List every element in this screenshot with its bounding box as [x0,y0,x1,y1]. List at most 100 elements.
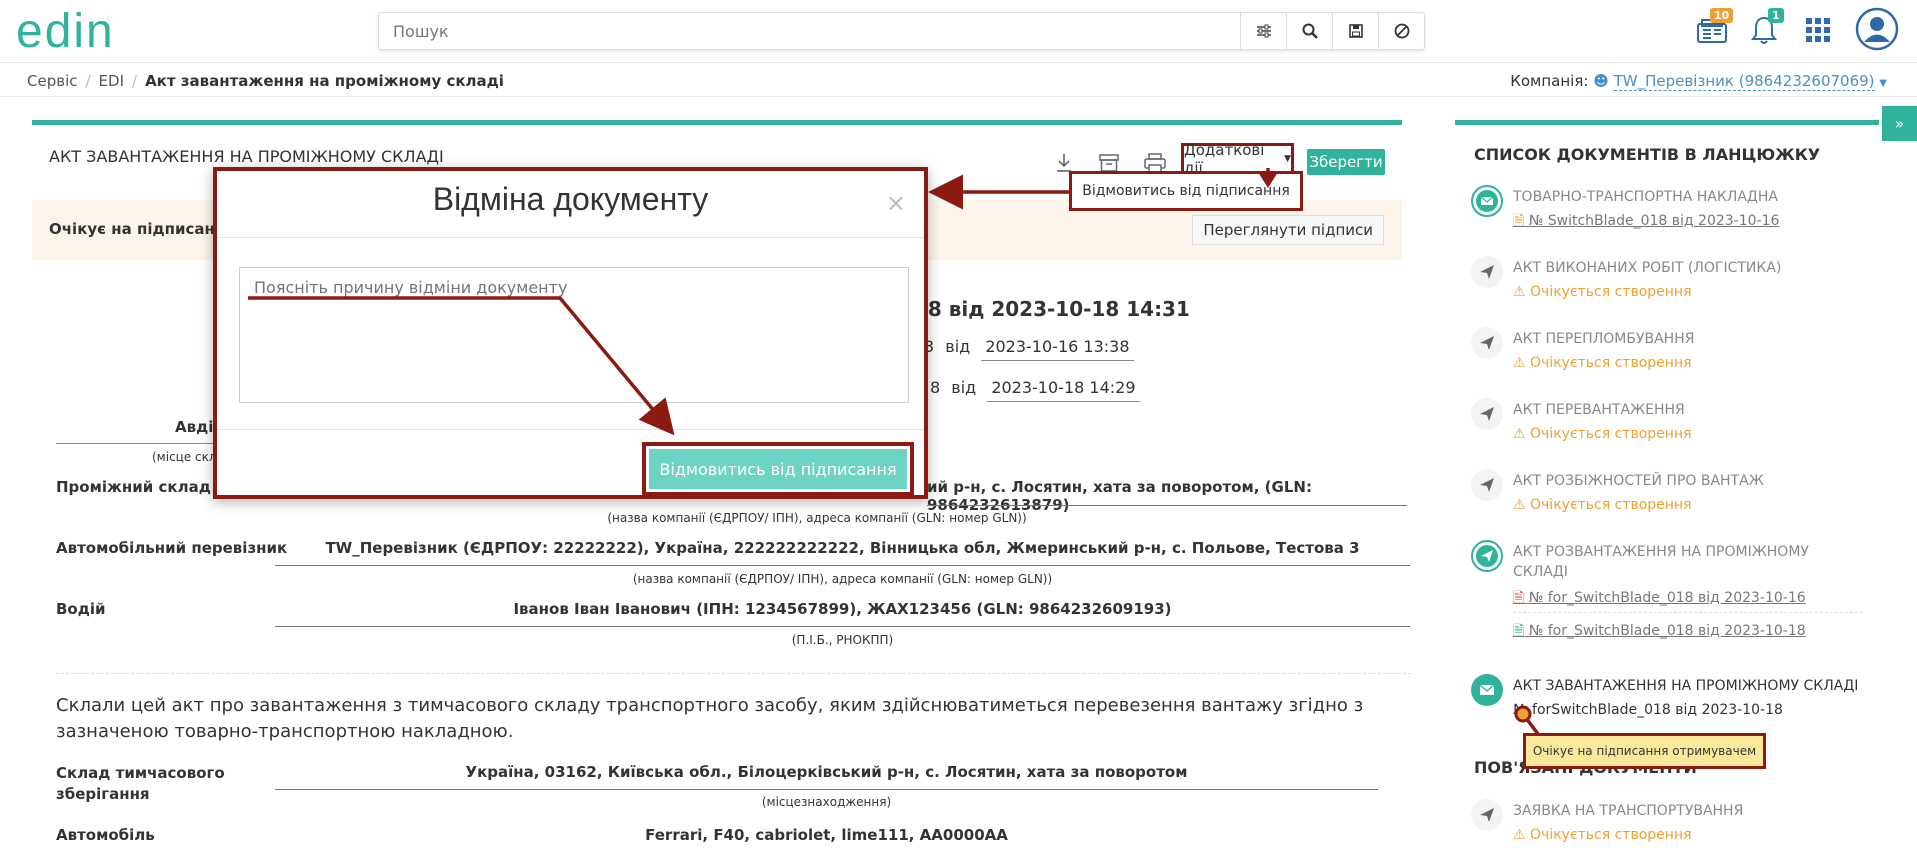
divider [217,237,924,238]
chain-item-sub: Очікується створення [1530,497,1692,513]
decline-signing-button[interactable]: Відмовитись від підписання [649,449,907,489]
reference-2: 8 від 2023-10-18 14:29 [930,378,1140,402]
company-link[interactable]: TW_Перевізник (9864232607069) [1613,72,1875,91]
chain-item-name: ЗАЯВКА НА ТРАНСПОРТУВАННЯ [1513,803,1744,819]
send-icon [1471,799,1503,831]
clear-search-icon[interactable] [1378,13,1424,49]
cancel-document-modal: Відміна документу × Відмовитись від підп… [213,167,928,499]
divider [217,429,924,430]
intermediate-warehouse-label: Проміжний склад [56,478,211,496]
filter-settings-icon[interactable] [1240,13,1286,49]
search-icon[interactable] [1286,13,1332,49]
driver-label: Водій [56,600,106,618]
close-icon[interactable]: × [886,189,906,217]
chain-item-sub: Очікується створення [1530,355,1692,371]
chain-item-link[interactable]: 🗎 № SwitchBlade_018 від 2023-10-16 [1513,211,1779,231]
chain-item-link[interactable]: 🗎 № for_SwitchBlade_018 від 2023-10-18 [1513,621,1806,641]
divider [56,443,216,444]
envelope-icon [1471,674,1503,706]
reference-1-od: від [945,337,971,356]
divider [1513,612,1863,613]
chain-item-sub: Очікується створення [1530,827,1692,843]
save-search-icon[interactable] [1332,13,1378,49]
documents-badge: 10 [1710,8,1734,23]
warning-icon: ⚠ [1513,426,1526,442]
chain-item-sub: Очікується створення [1530,284,1692,300]
user-avatar-icon[interactable] [1854,6,1900,52]
breadcrumb-separator: / [85,72,91,90]
car-label: Автомобіль [56,826,155,844]
notifications-icon[interactable]: 1 [1746,8,1784,52]
file-icon: 🗎 [1513,213,1525,229]
reference-1-date: 2023-10-16 13:38 [981,337,1134,361]
chain-item-name: АКТ ЗАВАНТАЖЕННЯ НА ПРОМІЖНОМУ СКЛАДІ [1513,678,1859,694]
edin-logo[interactable]: edin [16,8,115,56]
modal-title: Відміна документу [432,181,709,217]
apps-grid-icon[interactable] [1800,8,1836,52]
send-icon [1471,469,1503,501]
driver-value: Іванов Іван Іванович (ІПН: 1234567899), … [275,600,1410,627]
divider [927,505,1407,506]
search-input[interactable] [379,13,1240,49]
carrier-label: Автомобільний перевізник [56,539,288,557]
caret-down-icon[interactable]: ▼ [1879,78,1887,89]
expand-panel-icon[interactable]: » [1882,106,1917,141]
partial-hint: (місце скл [152,450,217,464]
partial-label: Авді [175,418,214,436]
chain-item-pending: ⚠ Очікується створення [1513,282,1692,302]
chain-item-name: АКТ ВИКОНАНИХ РОБІТ (ЛОГІСТИКА) [1513,260,1782,276]
intermediate-warehouse-hint: (назва компанії (ЄДРПОУ/ ІПН), адреса ко… [607,511,1027,525]
save-button[interactable]: Зберегти [1307,149,1385,175]
status-tooltip: Очікує на підписання отримувачем [1523,733,1766,769]
breadcrumb-edi[interactable]: EDI [99,72,124,90]
chain-item-pending: ⚠ Очікується створення [1513,424,1692,444]
car-value: Ferrari, F40, cabriolet, lime111, AA0000… [645,826,1008,844]
file-icon: 🗎 [1513,590,1525,606]
driver-hint: (П.І.Б., РНОКПП) [791,633,894,647]
send-icon [1471,540,1503,572]
chain-item-name: АКТ ПЕРЕПЛОМБУВАННЯ [1513,331,1695,347]
chain-item-number: № forSwitchBlade_018 від 2023-10-18 [1513,702,1783,718]
chain-item-name: АКТ РОЗБІЖНОСТЕЙ ПРО ВАНТАЖ [1513,473,1764,489]
warning-icon: ⚠ [1513,355,1526,371]
chain-item-pending: ⚠ Очікується створення [1513,495,1692,515]
chain-item-sub[interactable]: № for_SwitchBlade_018 від 2023-10-18 [1529,623,1806,639]
company-label: Компанія: [1510,72,1589,90]
chain-item-sub: Очікується створення [1530,426,1692,442]
warning-icon: ⚠ [1513,497,1526,513]
reference-2-od: від [951,378,977,397]
chain-item-name: ТОВАРНО-ТРАНСПОРТНА НАКЛАДНА [1513,189,1778,205]
envelope-icon [1471,185,1503,217]
chain-item-sub[interactable]: № SwitchBlade_018 від 2023-10-16 [1529,213,1780,229]
chain-item-name: АКТ ПЕРЕВАНТАЖЕННЯ [1513,402,1685,418]
temp-storage-value: Україна, 03162, Київська обл., Білоцеркі… [275,763,1378,790]
reason-textarea[interactable] [239,267,909,403]
notifications-badge: 1 [1768,8,1784,23]
file-icon: 🗎 [1513,623,1525,639]
chain-item-sub[interactable]: № for_SwitchBlade_018 від 2023-10-16 [1529,590,1806,606]
temp-storage-hint: (місцезнаходження) [761,795,892,809]
reference-2-date: 2023-10-18 14:29 [987,378,1140,402]
caret-down-icon: ▼ [1284,154,1291,164]
chain-item-link[interactable]: 🗎 № for_SwitchBlade_018 від 2023-10-16 [1513,588,1806,608]
chain-title: СПИСОК ДОКУМЕНТІВ В ЛАНЦЮЖКУ [1474,145,1821,164]
send-icon [1471,256,1503,288]
warning-icon: ⚠ [1513,827,1526,843]
search-bar [378,12,1425,50]
view-signatures-button[interactable]: Переглянути підписи [1192,215,1384,245]
decline-button-highlight: Відмовитись від підписання [642,442,914,496]
documents-icon[interactable]: 10 [1692,8,1734,52]
user-small-icon: ☻ [1593,72,1609,90]
temp-storage-label: Склад тимчасового зберігання [56,764,225,803]
document-heading: 018 від 2023-10-18 14:31 [900,297,1190,321]
send-icon [1471,327,1503,359]
act-paragraph: Склали цей акт про завантаження з тимчас… [56,695,1364,742]
carrier-hint: (назва компанії (ЄДРПОУ/ ІПН), адреса ко… [632,572,1053,586]
status-text: Очікує на підписання [49,220,235,238]
decline-signing-menu-item[interactable]: Відмовитись від підписання [1069,171,1303,211]
warning-icon: ⚠ [1513,284,1526,300]
breadcrumb-bar: Сервіс / EDI / Акт завантаження на промі… [0,63,1917,97]
breadcrumb-service[interactable]: Сервіс [27,72,77,90]
chain-item-name: АКТ РОЗВАНТАЖЕННЯ НА ПРОМІЖНОМУ СКЛАДІ [1513,544,1809,580]
top-bar: edin 10 1 [0,0,1917,63]
